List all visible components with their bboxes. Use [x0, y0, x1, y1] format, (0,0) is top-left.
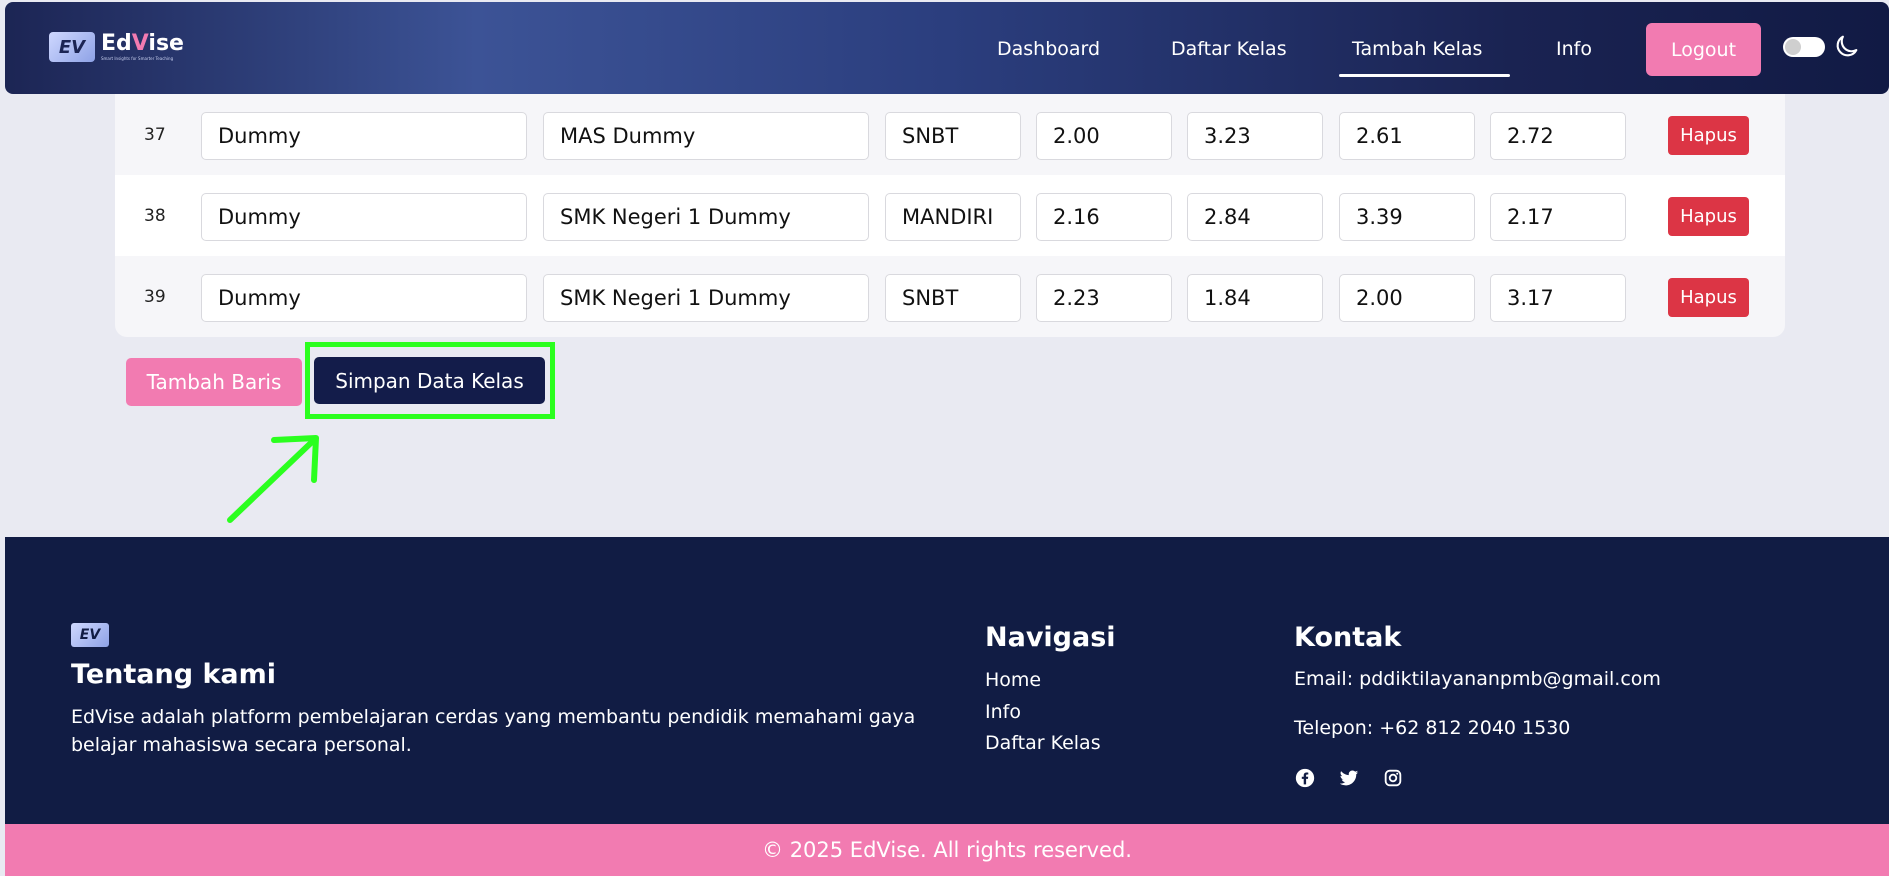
nav-tambah-kelas[interactable]: Tambah Kelas — [1352, 38, 1482, 60]
footer-link-info[interactable]: Info — [985, 701, 1021, 723]
delete-row-button[interactable]: Hapus — [1668, 197, 1749, 236]
save-class-data-button[interactable]: Simpan Data Kelas — [314, 357, 545, 404]
footer-link-home[interactable]: Home — [985, 669, 1041, 691]
class-data-table: 37 Dummy MAS Dummy SNBT 2.00 3.23 2.61 2… — [115, 94, 1785, 337]
logout-button[interactable]: Logout — [1646, 23, 1761, 76]
contact-title: Kontak — [1294, 622, 1402, 653]
nama-input[interactable]: Dummy — [201, 112, 527, 160]
footer: EV Tentang kami EdVise adalah platform p… — [5, 537, 1889, 824]
score-input-3[interactable]: 2.00 — [1339, 274, 1475, 322]
brand-mark-icon: EV — [49, 32, 95, 62]
nav-info[interactable]: Info — [1556, 38, 1592, 60]
contact-phone: Telepon: +62 812 2040 1530 — [1294, 717, 1571, 739]
row-number: 38 — [144, 206, 166, 226]
score-input-2[interactable]: 2.84 — [1187, 193, 1323, 241]
brand-tagline: Smart Insights for Smarter Teaching — [101, 56, 174, 61]
score-input-3[interactable]: 2.61 — [1339, 112, 1475, 160]
sekolah-input[interactable]: MAS Dummy — [543, 112, 869, 160]
nav-active-indicator — [1339, 74, 1510, 77]
sekolah-input[interactable]: SMK Negeri 1 Dummy — [543, 274, 869, 322]
moon-icon[interactable] — [1833, 32, 1861, 60]
table-row: 38 Dummy SMK Negeri 1 Dummy MANDIRI 2.16… — [115, 175, 1785, 256]
row-number: 37 — [144, 125, 166, 145]
row-number: 39 — [144, 287, 166, 307]
copyright-text: © 2025 EdVise. All rights reserved. — [762, 838, 1132, 862]
score-input-4[interactable]: 2.72 — [1490, 112, 1626, 160]
delete-row-button[interactable]: Hapus — [1668, 278, 1749, 317]
facebook-icon[interactable] — [1294, 767, 1316, 789]
score-input-2[interactable]: 1.84 — [1187, 274, 1323, 322]
score-input-1[interactable]: 2.00 — [1036, 112, 1172, 160]
jalur-input[interactable]: SNBT — [885, 112, 1021, 160]
jalur-input[interactable]: SNBT — [885, 274, 1021, 322]
score-input-1[interactable]: 2.16 — [1036, 193, 1172, 241]
navbar: EV EdVise Smart Insights for Smarter Tea… — [5, 2, 1889, 94]
brand-text: EdVise Smart Insights for Smarter Teachi… — [101, 33, 184, 61]
score-input-1[interactable]: 2.23 — [1036, 274, 1172, 322]
add-row-button[interactable]: Tambah Baris — [126, 358, 302, 406]
footer-logo-icon: EV — [71, 623, 109, 647]
toggle-knob — [1785, 39, 1801, 55]
brand-name: EdVise — [101, 31, 184, 56]
nav-daftar-kelas[interactable]: Daftar Kelas — [1171, 38, 1287, 60]
contact-email: Email: pddiktilayananpmb@gmail.com — [1294, 668, 1661, 690]
sekolah-input[interactable]: SMK Negeri 1 Dummy — [543, 193, 869, 241]
brand-logo[interactable]: EV EdVise Smart Insights for Smarter Tea… — [49, 32, 184, 62]
jalur-input[interactable]: MANDIRI — [885, 193, 1021, 241]
score-input-2[interactable]: 3.23 — [1187, 112, 1323, 160]
nama-input[interactable]: Dummy — [201, 193, 527, 241]
nama-input[interactable]: Dummy — [201, 274, 527, 322]
score-input-4[interactable]: 2.17 — [1490, 193, 1626, 241]
footer-link-daftar-kelas[interactable]: Daftar Kelas — [985, 732, 1101, 754]
theme-toggle[interactable] — [1783, 37, 1825, 57]
about-title: Tentang kami — [71, 659, 277, 690]
twitter-icon[interactable] — [1338, 767, 1360, 789]
delete-row-button[interactable]: Hapus — [1668, 116, 1749, 155]
annotation-arrow-icon — [227, 435, 319, 523]
navigation-title: Navigasi — [985, 622, 1116, 653]
table-row: 37 Dummy MAS Dummy SNBT 2.00 3.23 2.61 2… — [115, 94, 1785, 175]
about-text: EdVise adalah platform pembelajaran cerd… — [71, 706, 916, 756]
instagram-icon[interactable] — [1382, 767, 1404, 789]
score-input-3[interactable]: 3.39 — [1339, 193, 1475, 241]
score-input-4[interactable]: 3.17 — [1490, 274, 1626, 322]
copyright-bar: © 2025 EdVise. All rights reserved. — [5, 824, 1889, 876]
table-row: 39 Dummy SMK Negeri 1 Dummy SNBT 2.23 1.… — [115, 256, 1785, 337]
nav-dashboard[interactable]: Dashboard — [997, 38, 1100, 60]
